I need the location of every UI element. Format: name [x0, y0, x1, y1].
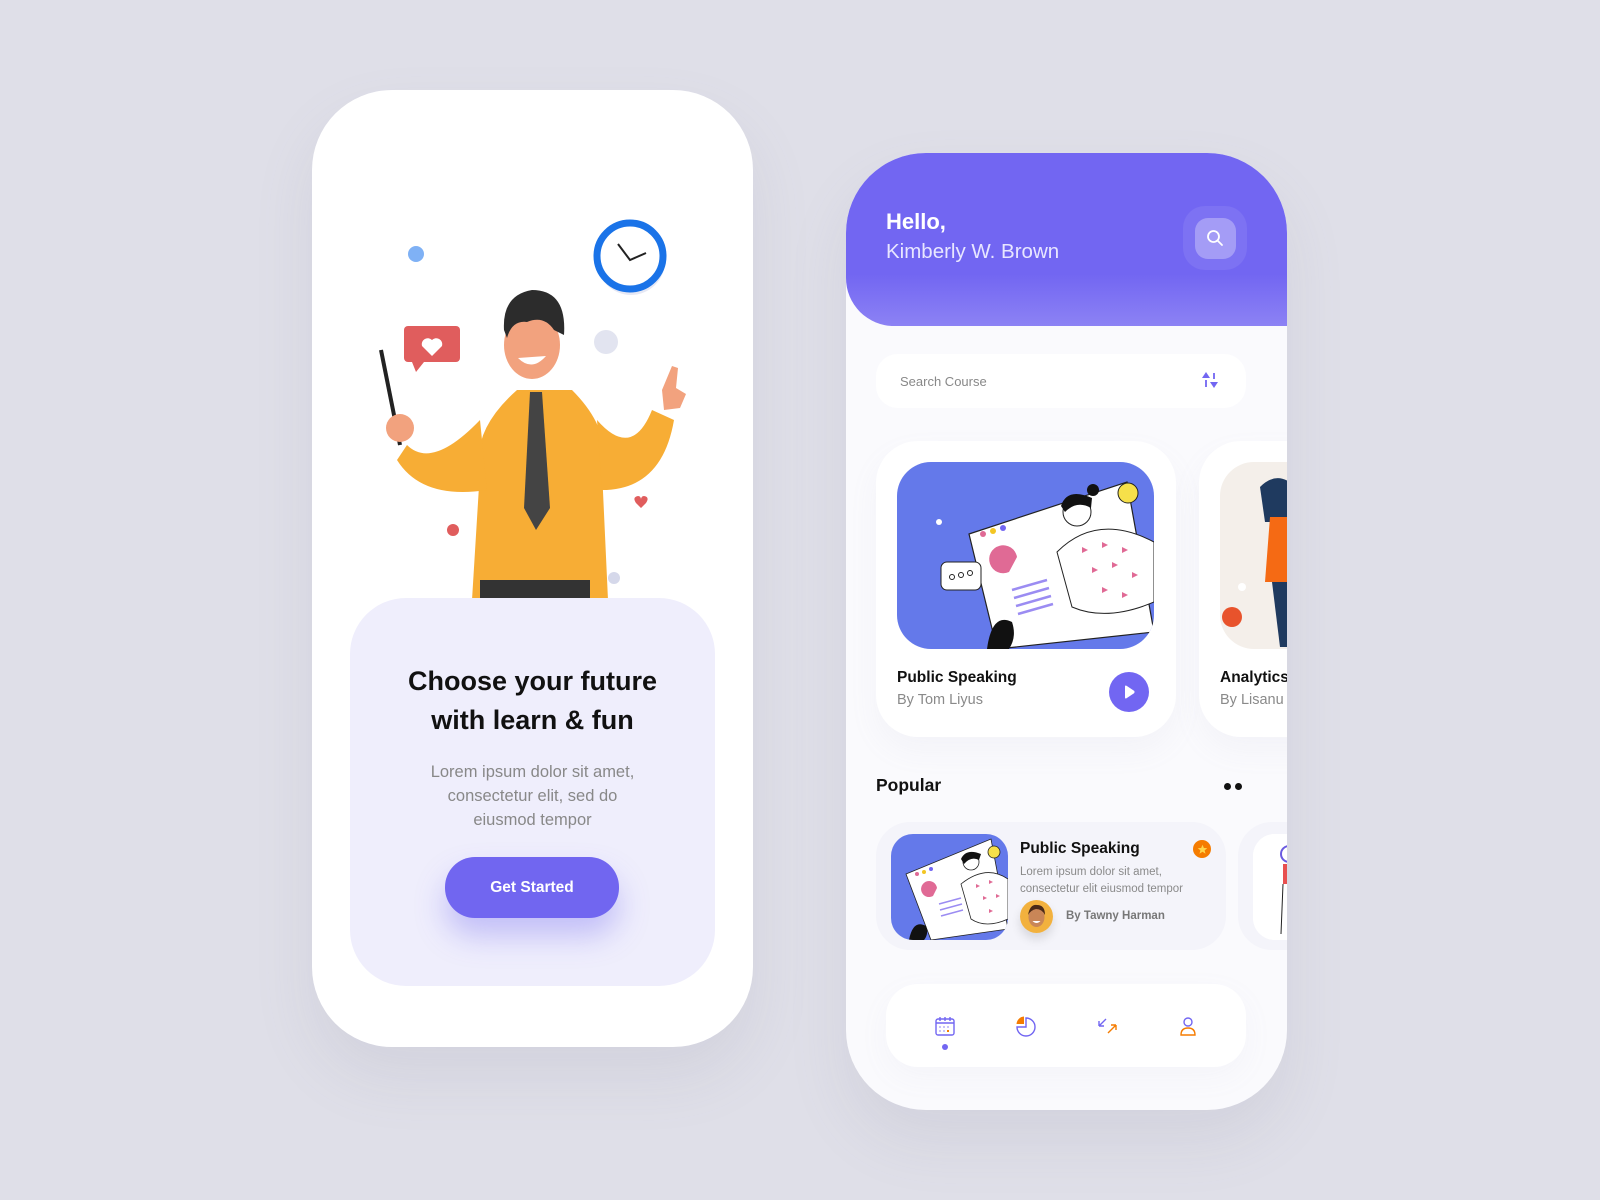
popular-course-card[interactable]: Public Speaking Lorem ipsum dolor sit am… [876, 822, 1226, 950]
swap-arrows-icon [1097, 1018, 1117, 1033]
description-line: consectetur elit eiusmod tempor [1020, 883, 1183, 895]
course-card[interactable]: Analytics By Lisanu [1199, 441, 1287, 737]
course-thumbnail [1220, 462, 1287, 649]
subtitle-line: consectetur elit, sed do [447, 787, 618, 805]
user-name: Kimberly W. Brown [886, 240, 1060, 263]
user-icon [1179, 1016, 1196, 1036]
course-author: By Lisanu [1220, 692, 1284, 708]
person-illustration [1253, 834, 1287, 940]
pie-chart-icon [1015, 1016, 1036, 1037]
play-icon [1125, 685, 1135, 699]
popular-heading: Popular [876, 775, 942, 795]
search-icon [1207, 230, 1223, 246]
greeting: Hello, [886, 209, 946, 234]
onboarding-title: Choose your future with learn & fun [350, 662, 715, 740]
star-badge [1193, 840, 1211, 858]
more-options-icon[interactable] [1224, 783, 1248, 793]
onboarding-card: Choose your future with learn & fun Lore… [350, 598, 715, 986]
bottom-navigation [886, 984, 1246, 1067]
presentation-illustration [891, 834, 1008, 940]
sort-filter-icon [1202, 371, 1218, 388]
onboarding-subtitle: Lorem ipsum dolor sit amet, consectetur … [350, 760, 715, 832]
course-card[interactable]: Public Speaking By Tom Liyus [876, 441, 1176, 737]
popular-course-author: By Tawny Harman [1066, 910, 1165, 922]
presentation-illustration [897, 462, 1154, 649]
author-avatar [1020, 900, 1053, 933]
popular-course-description: Lorem ipsum dolor sit amet, consectetur … [1020, 864, 1215, 898]
subtitle-line: Lorem ipsum dolor sit amet, [430, 763, 635, 781]
popular-course-title: Public Speaking [1020, 840, 1140, 857]
popular-course-thumbnail [891, 834, 1008, 940]
popular-course-thumbnail [1253, 834, 1287, 940]
avatar-image [1020, 900, 1053, 933]
nav-profile[interactable] [1168, 1006, 1208, 1046]
search-course-input[interactable] [900, 373, 1198, 389]
filter-button[interactable] [1198, 369, 1222, 393]
search-button[interactable] [1194, 217, 1236, 259]
description-line: Lorem ipsum dolor sit amet, [1020, 866, 1162, 878]
star-icon [1197, 844, 1207, 854]
search-bar [876, 354, 1246, 408]
header: Hello, Kimberly W. Brown [846, 153, 1287, 326]
clock-icon [593, 219, 667, 295]
get-started-button[interactable]: Get Started [445, 857, 619, 918]
course-thumbnail [897, 462, 1154, 649]
active-indicator [941, 1043, 948, 1050]
popular-course-card[interactable] [1238, 822, 1287, 950]
course-title: Public Speaking [897, 669, 1017, 686]
subtitle-line: eiusmod tempor [473, 811, 592, 829]
calendar-icon [934, 1016, 955, 1036]
search-button-halo [1183, 206, 1247, 270]
analytics-illustration [1220, 462, 1287, 649]
nav-transfer[interactable] [1087, 1006, 1127, 1046]
teacher-illustration [379, 219, 686, 600]
play-button[interactable] [1109, 672, 1149, 712]
decor-dot [408, 246, 424, 262]
nav-calendar[interactable] [925, 1006, 965, 1050]
course-author: By Tom Liyus [897, 692, 983, 708]
onboarding-screen: Choose your future with learn & fun Lore… [312, 90, 753, 1047]
course-title: Analytics [1220, 669, 1287, 686]
home-screen: Hello, Kimberly W. Brown Search Course P… [846, 153, 1287, 1110]
heart-bubble-icon [404, 326, 460, 372]
nav-stats[interactable] [1006, 1006, 1046, 1046]
title-line-1: Choose your future [407, 666, 657, 696]
title-line-2: with learn & fun [431, 705, 634, 735]
